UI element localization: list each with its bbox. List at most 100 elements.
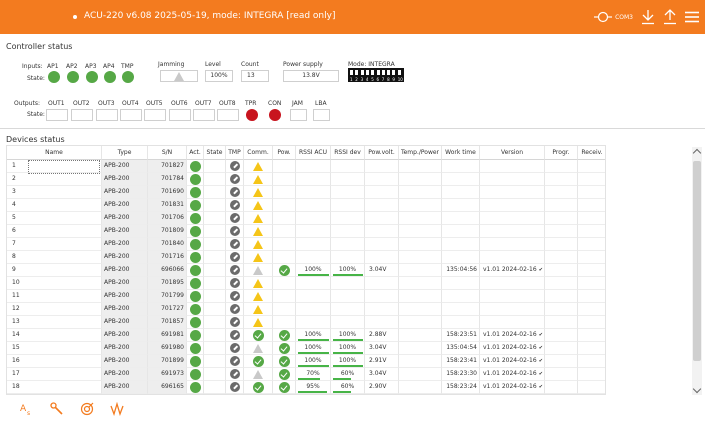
device-version-cell[interactable]: v1.01 2024-02-16 ✔: [480, 329, 545, 342]
device-name-cell[interactable]: [27, 368, 102, 381]
column-header-comm[interactable]: Comm.: [244, 146, 273, 160]
column-header-version[interactable]: Version: [480, 146, 545, 160]
com-port-icon[interactable]: [594, 10, 613, 24]
column-header-rssi-dev[interactable]: RSSI dev: [331, 146, 365, 160]
chevron-down-icon[interactable]: ✔: [539, 345, 543, 351]
device-progr-cell[interactable]: [545, 342, 578, 355]
device-progr-cell[interactable]: [545, 368, 578, 381]
device-version-cell[interactable]: [480, 160, 545, 173]
scrollbar-thumb[interactable]: [693, 161, 701, 361]
device-name-cell[interactable]: [27, 342, 102, 355]
signal-icon[interactable]: [110, 402, 124, 416]
device-name-cell[interactable]: [27, 225, 102, 238]
device-progr-cell[interactable]: [545, 381, 578, 394]
column-header-tmp[interactable]: TMP: [226, 146, 244, 160]
column-header-temp-power[interactable]: Temp./Power: [399, 146, 442, 160]
check-icon: [253, 356, 264, 367]
device-progr-cell[interactable]: [545, 186, 578, 199]
chevron-down-icon[interactable]: ✔: [539, 358, 543, 364]
upload-icon[interactable]: [663, 9, 677, 25]
wrench-icon[interactable]: [50, 402, 64, 416]
column-header-pow[interactable]: Pow.: [273, 146, 296, 160]
device-name-cell[interactable]: [27, 186, 102, 199]
device-progr-cell[interactable]: [545, 199, 578, 212]
device-version-cell[interactable]: v1.01 2024-02-16 ✔: [480, 264, 545, 277]
scroll-up-icon[interactable]: [692, 148, 702, 158]
device-progr-cell[interactable]: [545, 303, 578, 316]
device-version-cell[interactable]: [480, 303, 545, 316]
device-progr-cell[interactable]: [545, 212, 578, 225]
device-progr-cell[interactable]: [545, 290, 578, 303]
device-progr-cell[interactable]: [545, 160, 578, 173]
column-header-type[interactable]: Type: [102, 146, 148, 160]
device-version-cell[interactable]: [480, 394, 545, 395]
device-version-cell[interactable]: [480, 238, 545, 251]
column-header-name[interactable]: Name: [7, 146, 102, 160]
device-name-cell[interactable]: [27, 277, 102, 290]
device-name-cell[interactable]: [27, 355, 102, 368]
device-progr-cell[interactable]: [545, 355, 578, 368]
device-progr-cell[interactable]: [545, 329, 578, 342]
device-name-cell[interactable]: [27, 173, 102, 186]
chevron-down-icon[interactable]: ✔: [539, 332, 543, 338]
download-icon[interactable]: [641, 9, 655, 25]
device-name-cell[interactable]: [27, 290, 102, 303]
device-version-cell[interactable]: [480, 290, 545, 303]
device-name-cell[interactable]: [27, 316, 102, 329]
devices-table[interactable]: Name Type S/N Act. State TMP Comm. Pow. RSSI ACU…: [6, 145, 606, 395]
column-header-state[interactable]: State: [204, 146, 226, 160]
device-name-cell[interactable]: [27, 238, 102, 251]
device-version-cell[interactable]: [480, 212, 545, 225]
device-version-cell[interactable]: v1.01 2024-02-16 ✔: [480, 355, 545, 368]
device-progr-cell[interactable]: [545, 238, 578, 251]
device-name-cell[interactable]: [27, 199, 102, 212]
column-header-progr[interactable]: Progr.: [545, 146, 578, 160]
device-type-cell: APB-200: [102, 355, 148, 368]
column-header-rssi-acu[interactable]: RSSI ACU: [296, 146, 331, 160]
device-version-cell[interactable]: v1.01 2024-02-16 ✔: [480, 381, 545, 394]
device-version-cell[interactable]: [480, 277, 545, 290]
device-version-cell[interactable]: v1.01 2024-02-16 ✔: [480, 342, 545, 355]
device-version-cell[interactable]: [480, 251, 545, 264]
scroll-down-icon[interactable]: [692, 384, 702, 394]
device-version-cell[interactable]: [480, 199, 545, 212]
device-name-cell[interactable]: [27, 329, 102, 342]
device-progr-cell[interactable]: [545, 394, 578, 395]
column-header-work-time[interactable]: Work time: [442, 146, 480, 160]
chevron-down-icon[interactable]: ✔: [539, 267, 543, 273]
chevron-down-icon[interactable]: ✔: [539, 371, 543, 377]
device-version-cell[interactable]: [480, 173, 545, 186]
column-header-act[interactable]: Act.: [187, 146, 204, 160]
device-progr-cell[interactable]: [545, 316, 578, 329]
device-progr-cell[interactable]: [545, 173, 578, 186]
column-header-receiv[interactable]: Receiv.: [578, 146, 605, 160]
device-name-cell[interactable]: [27, 394, 102, 395]
device-name-cell[interactable]: [27, 303, 102, 316]
menu-icon[interactable]: [685, 11, 699, 23]
device-name-cell[interactable]: [27, 264, 102, 277]
row-number: 16: [7, 355, 27, 368]
device-progr-cell[interactable]: [545, 225, 578, 238]
target-icon[interactable]: [80, 402, 94, 416]
device-name-cell[interactable]: [27, 251, 102, 264]
text-size-icon[interactable]: As: [20, 402, 34, 416]
device-act-cell: [187, 225, 204, 238]
output-label-out7: OUT7: [195, 100, 212, 107]
tamper-icon: [230, 343, 240, 353]
device-progr-cell[interactable]: [545, 277, 578, 290]
device-type-cell: APB-200: [102, 290, 148, 303]
device-name-cell[interactable]: [27, 212, 102, 225]
device-version-cell[interactable]: [480, 225, 545, 238]
column-header-pow-volt[interactable]: Pow.volt.: [365, 146, 399, 160]
tamper-icon: [230, 330, 240, 340]
chevron-down-icon[interactable]: ✔: [539, 384, 543, 390]
device-progr-cell[interactable]: [545, 264, 578, 277]
device-version-cell[interactable]: [480, 316, 545, 329]
device-name-cell[interactable]: [27, 381, 102, 394]
device-version-cell[interactable]: v1.01 2024-02-16 ✔: [480, 368, 545, 381]
column-header-s-n[interactable]: S/N: [148, 146, 187, 160]
device-progr-cell[interactable]: [545, 251, 578, 264]
dip-switch-lever: [371, 70, 375, 75]
device-version-cell[interactable]: [480, 186, 545, 199]
devices-scrollbar[interactable]: [692, 147, 702, 395]
